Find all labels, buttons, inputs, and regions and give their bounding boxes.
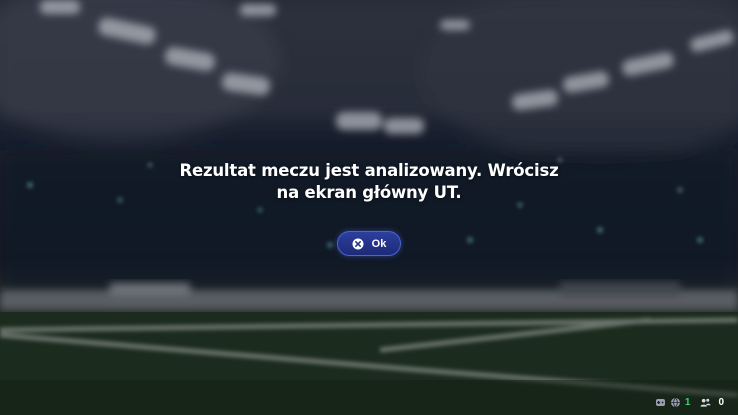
- ok-button-label: Ok: [371, 237, 387, 250]
- background-dim-overlay: [0, 0, 738, 415]
- status-bar: 1 0: [655, 395, 724, 409]
- close-circle-icon: [352, 238, 364, 250]
- game-screen: Rezultat meczu jest analizowany. Wrócisz…: [0, 0, 738, 415]
- dialog-message-line-1: Rezultat meczu jest analizowany. Wrócisz: [179, 161, 559, 180]
- globe-icon: [670, 397, 681, 408]
- controller-icon: [655, 397, 666, 408]
- friends-count: 0: [718, 396, 724, 408]
- online-count: 1: [684, 396, 691, 408]
- ok-button[interactable]: Ok: [337, 231, 401, 256]
- friends-icon: [700, 397, 711, 408]
- dialog-message: Rezultat meczu jest analizowany. Wrócisz…: [150, 160, 588, 204]
- dialog-message-line-2: na ekran główny UT.: [276, 183, 462, 202]
